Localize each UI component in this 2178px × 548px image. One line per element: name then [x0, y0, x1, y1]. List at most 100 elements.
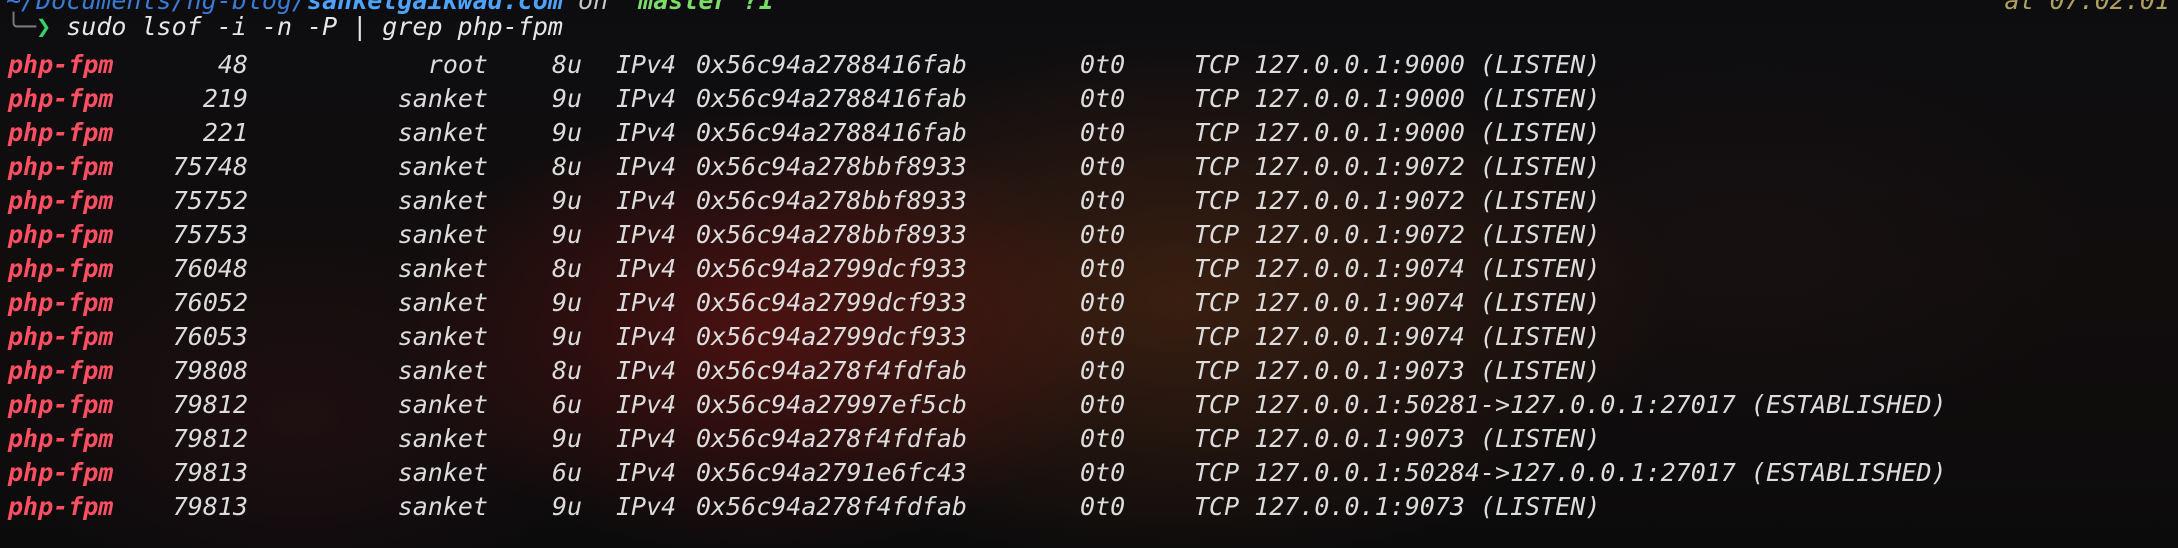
prompt-arrow-icon: ❯ — [36, 12, 52, 41]
process-pid: 76053 — [172, 322, 248, 351]
process-command: php-fpm — [8, 152, 114, 181]
file-descriptor: 6u — [552, 390, 583, 419]
size-offset: 0t0 — [1080, 84, 1126, 113]
output-row: php-fpm 79813 sanket 9u IPv4 0x56c94a278f4fdf… — [0, 490, 2178, 524]
socket-type: IPv4 — [616, 322, 677, 351]
file-descriptor: 9u — [552, 322, 583, 351]
process-command: php-fpm — [8, 458, 114, 487]
process-user: sanket — [397, 288, 488, 317]
process-user: sanket — [397, 220, 488, 249]
size-offset: 0t0 — [1080, 254, 1126, 283]
process-command: php-fpm — [8, 118, 114, 147]
connection-name: TCP 127.0.0.1:9000 (LISTEN) — [1194, 50, 1601, 79]
output-row: php-fpm 76052 sanket 9u IPv4 0x56c94a2799dcf9… — [0, 286, 2178, 320]
process-command: php-fpm — [8, 390, 114, 419]
socket-type: IPv4 — [616, 118, 677, 147]
process-pid: 79812 — [172, 424, 248, 453]
size-offset: 0t0 — [1080, 186, 1126, 215]
size-offset: 0t0 — [1080, 152, 1126, 181]
process-user: sanket — [397, 84, 488, 113]
process-pid: 75748 — [172, 152, 248, 181]
socket-type: IPv4 — [616, 458, 677, 487]
connection-name: TCP 127.0.0.1:9072 (LISTEN) — [1194, 186, 1601, 215]
process-user: sanket — [397, 390, 488, 419]
connection-name: TCP 127.0.0.1:9000 (LISTEN) — [1194, 84, 1601, 113]
connection-name: TCP 127.0.0.1:9073 (LISTEN) — [1194, 424, 1601, 453]
process-pid: 79813 — [172, 458, 248, 487]
connection-name: TCP 127.0.0.1:9074 (LISTEN) — [1194, 288, 1601, 317]
connection-name: TCP 127.0.0.1:9000 (LISTEN) — [1194, 118, 1601, 147]
output-row: php-fpm 79813 sanket 6u IPv4 0x56c94a2791e6fc… — [0, 456, 2178, 490]
socket-type: IPv4 — [616, 288, 677, 317]
file-descriptor: 9u — [552, 118, 583, 147]
device-address: 0x56c94a2799dcf933 — [696, 288, 967, 317]
file-descriptor: 9u — [552, 288, 583, 317]
process-command: php-fpm — [8, 220, 114, 249]
device-address: 0x56c94a2799dcf933 — [696, 322, 967, 351]
process-user: sanket — [397, 424, 488, 453]
socket-type: IPv4 — [616, 492, 677, 521]
git-branch: master ?1 — [623, 0, 774, 15]
process-user: sanket — [397, 356, 488, 385]
device-address: 0x56c94a278f4fdfab — [696, 492, 967, 521]
process-pid: 79808 — [172, 356, 248, 385]
output-row: php-fpm 75753 sanket 9u IPv4 0x56c94a278bbf89… — [0, 218, 2178, 252]
size-offset: 0t0 — [1080, 220, 1126, 249]
output-row: php-fpm 79808 sanket 8u IPv4 0x56c94a278f4fdf… — [0, 354, 2178, 388]
process-pid: 79812 — [172, 390, 248, 419]
size-offset: 0t0 — [1080, 118, 1126, 147]
process-command: php-fpm — [8, 288, 114, 317]
process-pid: 76048 — [172, 254, 248, 283]
socket-type: IPv4 — [616, 356, 677, 385]
process-command: php-fpm — [8, 424, 114, 453]
size-offset: 0t0 — [1080, 492, 1126, 521]
size-offset: 0t0 — [1080, 322, 1126, 351]
device-address: 0x56c94a278bbf8933 — [696, 152, 967, 181]
process-user: sanket — [397, 322, 488, 351]
command-text: sudo lsof -i -n -P | grep php-fpm — [51, 12, 563, 41]
process-user: sanket — [397, 458, 488, 487]
file-descriptor: 9u — [552, 220, 583, 249]
process-pid: 79813 — [172, 492, 248, 521]
file-descriptor: 8u — [552, 152, 583, 181]
output-row: php-fpm 75752 sanket 9u IPv4 0x56c94a278bbf89… — [0, 184, 2178, 218]
socket-type: IPv4 — [616, 390, 677, 419]
terminal-window[interactable]: ~/Documents/ng-blog/sanketgaikwad.com on… — [0, 0, 2178, 548]
file-descriptor: 8u — [552, 254, 583, 283]
process-command: php-fpm — [8, 186, 114, 215]
device-address: 0x56c94a2788416fab — [696, 118, 967, 147]
device-address: 0x56c94a2788416fab — [696, 50, 967, 79]
file-descriptor: 9u — [552, 424, 583, 453]
size-offset: 0t0 — [1080, 288, 1126, 317]
process-user: sanket — [397, 118, 488, 147]
file-descriptor: 9u — [552, 492, 583, 521]
process-user: root — [427, 50, 488, 79]
socket-type: IPv4 — [616, 424, 677, 453]
process-command: php-fpm — [8, 254, 114, 283]
prompt-corner-icon: ╰─ — [6, 12, 37, 41]
file-descriptor: 8u — [552, 356, 583, 385]
output-row: php-fpm 221 sanket 9u IPv4 0x56c94a2788416fab… — [0, 116, 2178, 150]
device-address: 0x56c94a278f4fdfab — [696, 356, 967, 385]
process-command: php-fpm — [8, 50, 114, 79]
command-line[interactable]: ╰─❯ sudo lsof -i -n -P | grep php-fpm — [6, 10, 563, 44]
process-user: sanket — [397, 492, 488, 521]
socket-type: IPv4 — [616, 152, 677, 181]
size-offset: 0t0 — [1080, 424, 1126, 453]
output-row: php-fpm 219 sanket 9u IPv4 0x56c94a2788416fab… — [0, 82, 2178, 116]
file-descriptor: 9u — [552, 84, 583, 113]
socket-type: IPv4 — [616, 186, 677, 215]
output-row: php-fpm 75748 sanket 8u IPv4 0x56c94a278bbf89… — [0, 150, 2178, 184]
prompt-on-text: on — [562, 0, 624, 15]
size-offset: 0t0 — [1080, 50, 1126, 79]
file-descriptor: 6u — [552, 458, 583, 487]
size-offset: 0t0 — [1080, 390, 1126, 419]
process-pid: 76052 — [172, 288, 248, 317]
device-address: 0x56c94a278bbf8933 — [696, 220, 967, 249]
connection-name: TCP 127.0.0.1:9074 (LISTEN) — [1194, 322, 1601, 351]
device-address: 0x56c94a27997ef5cb — [696, 390, 967, 419]
prompt-time: at 07:02:01 — [2004, 0, 2170, 15]
connection-name: TCP 127.0.0.1:50281->127.0.0.1:27017 (ES… — [1194, 390, 1947, 419]
process-user: sanket — [397, 152, 488, 181]
output-row: php-fpm 76048 sanket 8u IPv4 0x56c94a2799dcf9… — [0, 252, 2178, 286]
